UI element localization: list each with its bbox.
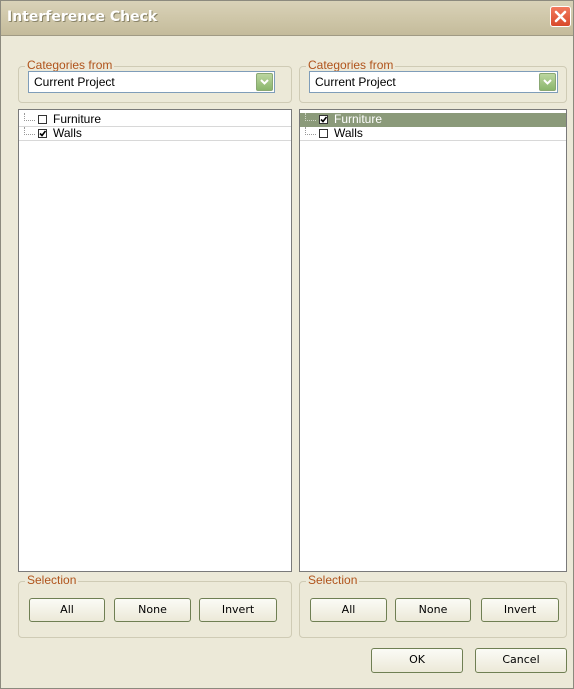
right-selection-label: Selection <box>306 573 360 587</box>
right-none-button[interactable]: None <box>395 598 471 622</box>
left-tree-item-furniture[interactable]: Furniture <box>19 113 291 127</box>
left-category-tree[interactable]: Furniture Walls <box>18 109 292 572</box>
left-walls-label: Walls <box>53 126 82 140</box>
left-invert-button[interactable]: Invert <box>199 598 277 622</box>
right-walls-label: Walls <box>334 126 363 140</box>
left-furniture-checkbox[interactable] <box>38 115 47 124</box>
right-all-button[interactable]: All <box>310 598 387 622</box>
tree-connector <box>305 127 316 135</box>
right-category-tree[interactable]: Furniture Walls <box>299 109 567 572</box>
left-categories-dropdown[interactable]: Current Project <box>28 71 275 93</box>
tree-connector <box>24 113 35 121</box>
right-furniture-checkbox[interactable] <box>319 115 328 124</box>
tree-connector <box>24 127 35 135</box>
left-selection-label: Selection <box>25 573 79 587</box>
cancel-button[interactable]: Cancel <box>475 648 567 673</box>
left-none-button[interactable]: None <box>114 598 191 622</box>
checkmark-icon <box>39 130 46 137</box>
right-selection-group: Selection All None Invert <box>299 573 567 638</box>
right-categories-value: Current Project <box>315 75 396 89</box>
left-all-button[interactable]: All <box>29 598 105 622</box>
left-tree-item-walls[interactable]: Walls <box>19 127 291 141</box>
left-furniture-label: Furniture <box>53 112 102 126</box>
title-bar[interactable]: Interference Check <box>1 1 573 36</box>
left-dropdown-button[interactable] <box>256 73 273 91</box>
right-tree-item-walls[interactable]: Walls <box>300 127 566 141</box>
left-selection-group: Selection All None Invert <box>18 573 292 638</box>
tree-connector <box>305 113 316 121</box>
right-dropdown-button[interactable] <box>539 73 556 91</box>
left-categories-group: Categories from Current Project <box>18 58 292 103</box>
chevron-down-icon <box>260 79 269 85</box>
close-icon <box>554 10 567 23</box>
chevron-down-icon <box>543 79 552 85</box>
right-categories-dropdown[interactable]: Current Project <box>309 71 558 93</box>
right-categories-group: Categories from Current Project <box>299 58 567 103</box>
right-tree-item-furniture[interactable]: Furniture <box>300 113 566 127</box>
interference-check-dialog: Interference Check Categories from Curre… <box>0 0 574 689</box>
right-furniture-label: Furniture <box>334 112 383 126</box>
window-title: Interference Check <box>7 9 158 25</box>
right-invert-button[interactable]: Invert <box>481 598 559 622</box>
left-walls-checkbox[interactable] <box>38 129 47 138</box>
left-categories-value: Current Project <box>34 75 115 89</box>
left-categories-label: Categories from <box>25 58 115 72</box>
close-button[interactable] <box>550 6 571 27</box>
checkmark-icon <box>320 116 327 123</box>
right-categories-label: Categories from <box>306 58 396 72</box>
right-walls-checkbox[interactable] <box>319 129 328 138</box>
ok-button[interactable]: OK <box>371 648 463 673</box>
